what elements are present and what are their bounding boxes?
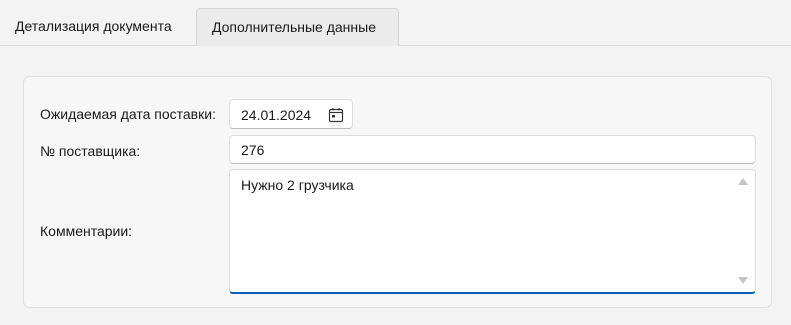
expected-date-picker[interactable]: 24.01.2024 — [229, 99, 353, 129]
tab-additional-data[interactable]: Дополнительные данные — [196, 8, 399, 46]
supplier-number-field[interactable]: 276 — [229, 135, 756, 164]
expected-date-label: Ожидаемая дата поставки: — [40, 106, 216, 122]
calendar-icon[interactable] — [328, 107, 344, 123]
tab-bar: Детализация документа Дополнительные дан… — [0, 0, 791, 46]
chevron-up-icon[interactable] — [738, 178, 748, 185]
comments-textarea[interactable]: Нужно 2 грузчика — [229, 169, 756, 294]
supplier-number-label: № поставщика: — [40, 143, 141, 159]
comments-label: Комментарии: — [40, 223, 133, 239]
comments-value[interactable]: Нужно 2 грузчика — [241, 177, 354, 193]
chevron-down-icon[interactable] — [738, 277, 748, 284]
supplier-number-value[interactable]: 276 — [241, 142, 264, 158]
tab-document-details[interactable]: Детализация документа — [0, 8, 187, 45]
expected-date-value[interactable]: 24.01.2024 — [241, 107, 311, 123]
